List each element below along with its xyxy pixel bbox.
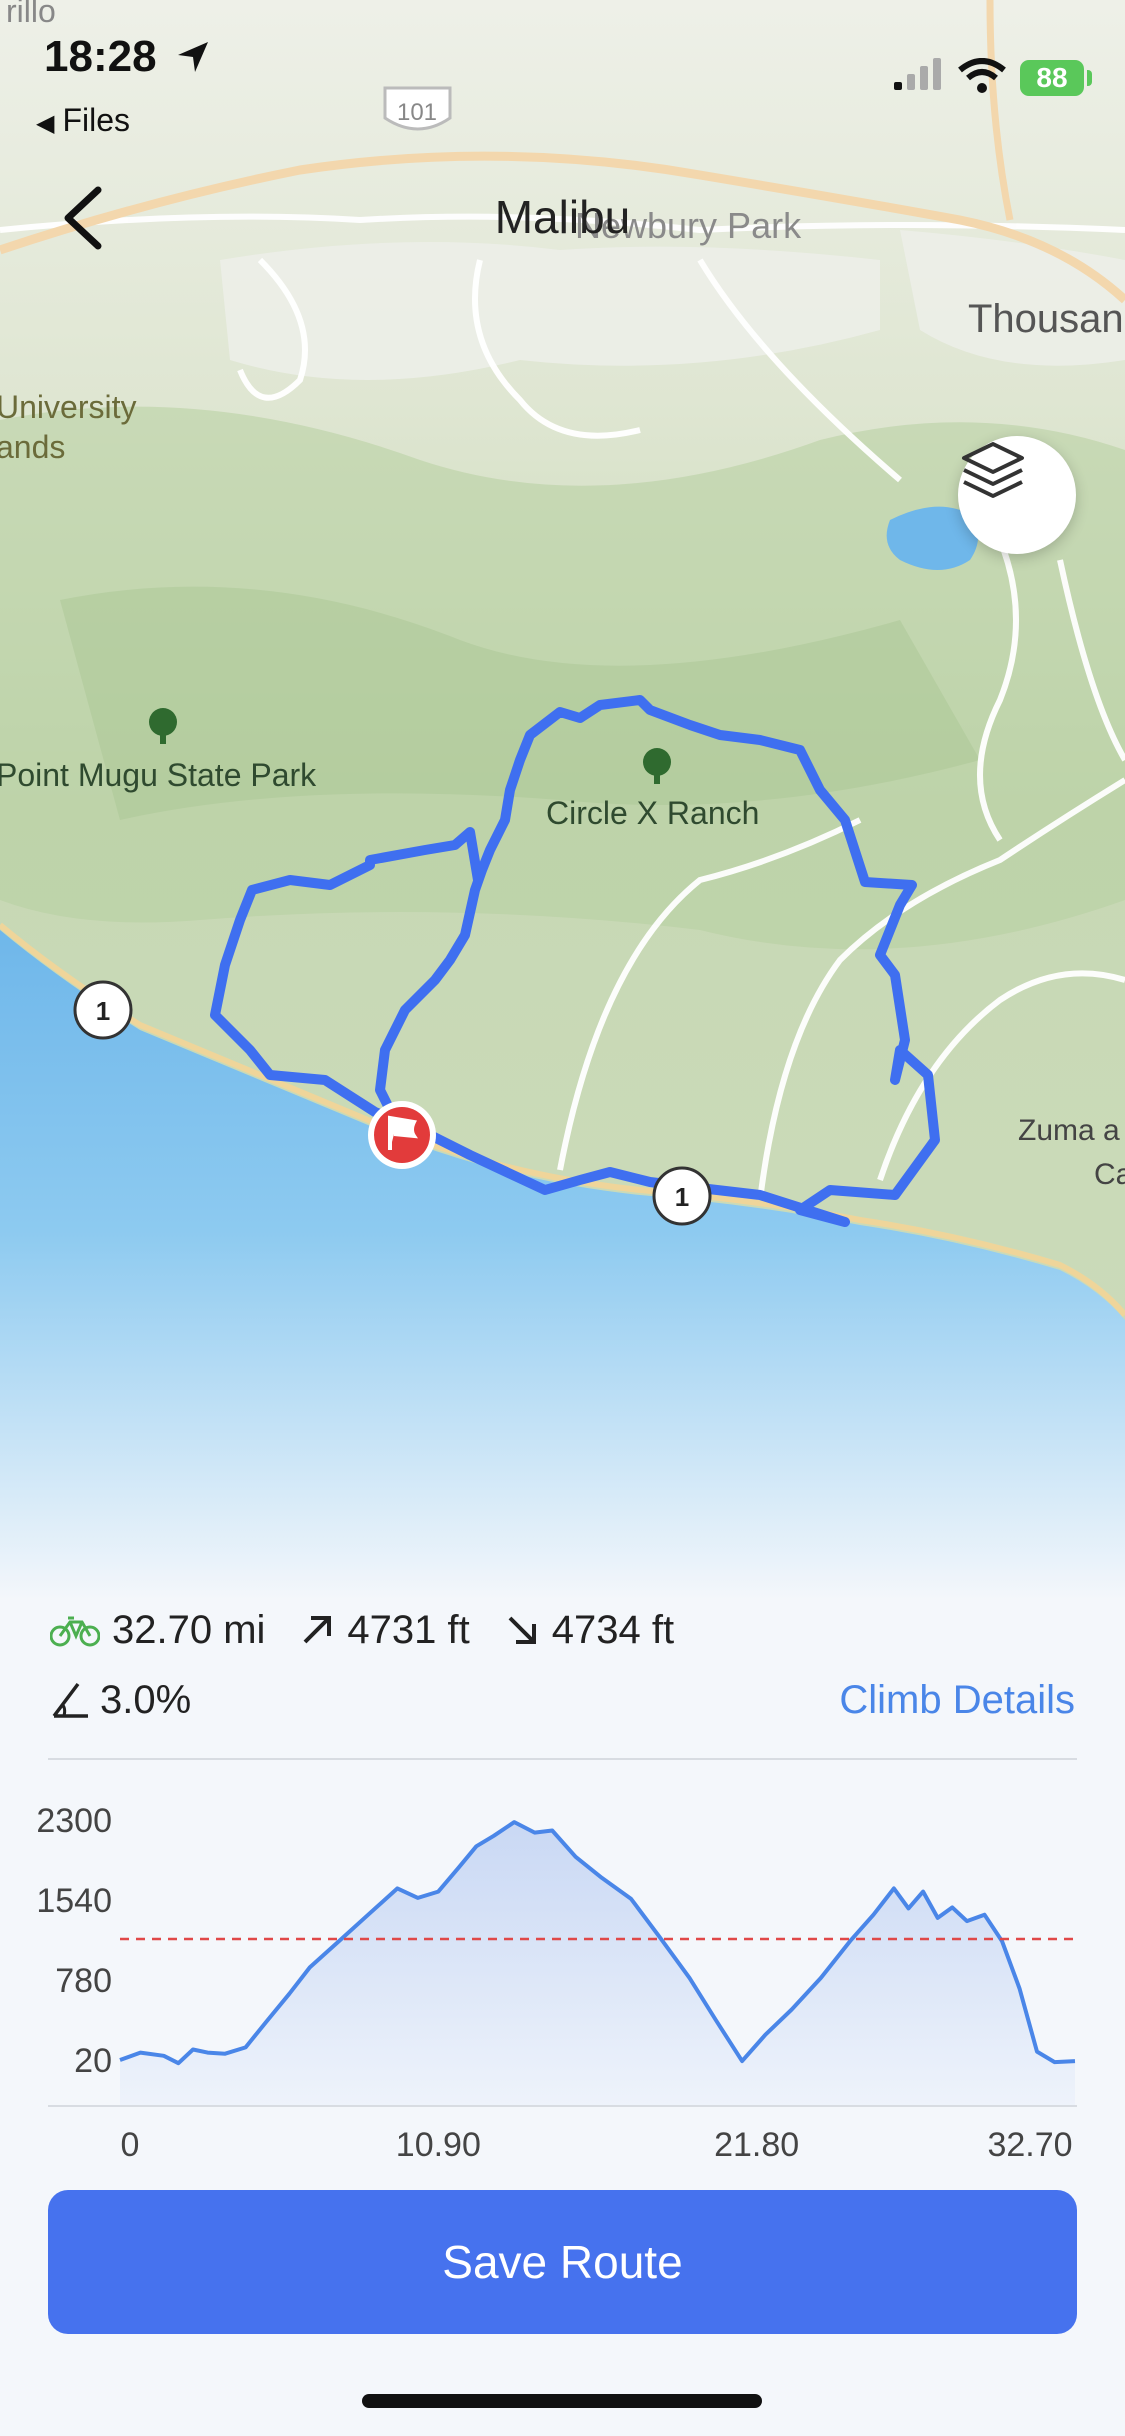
place-label: rillo (6, 0, 56, 29)
highway-shield-1: 1 (652, 1166, 712, 1226)
place-label: ands (0, 429, 65, 465)
descent-value: 4734 ft (551, 1607, 675, 1652)
arrow-down-right-icon (508, 1616, 536, 1644)
grade-value: 3.0% (100, 1677, 192, 1722)
divider (48, 1758, 1077, 1760)
place-label: Point Mugu State Park (0, 757, 317, 793)
ascent-value: 4731 ft (347, 1607, 470, 1652)
x-tick-label: 0 (121, 2126, 140, 2164)
back-to-files-link[interactable]: ◀ Files (36, 102, 130, 139)
svg-text:1: 1 (675, 1182, 689, 1212)
svg-text:101: 101 (397, 99, 437, 126)
map-view[interactable]: 101 1 1 Newbury Park Thousan University … (0, 0, 1125, 1600)
back-app-label: Files (62, 102, 131, 138)
save-route-button[interactable]: Save Route (48, 2190, 1077, 2334)
x-tick-label: 32.70 (987, 2126, 1072, 2164)
y-tick-label: 2300 (36, 1802, 112, 1840)
highway-shield-101: 101 (383, 86, 452, 131)
battery-indicator: 88 (1020, 60, 1084, 96)
map-layers-button[interactable] (958, 436, 1076, 554)
place-label: Ca (1094, 1158, 1125, 1191)
descent-stat: 4734 ft (504, 1608, 674, 1653)
svg-text:1: 1 (96, 996, 110, 1026)
back-triangle-icon: ◀ (36, 110, 55, 137)
battery-tip (1087, 70, 1092, 86)
y-tick-label: 20 (74, 2042, 112, 2080)
grade-angle-icon (52, 1682, 88, 1718)
x-tick-label: 21.80 (714, 2126, 799, 2164)
elevation-chart[interactable]: 2300 1540 780 20 0 10.90 21.80 32.70 (0, 1780, 1125, 2180)
y-tick-label: 780 (55, 1962, 112, 2000)
highway-shield-1: 1 (73, 980, 133, 1040)
layers-icon (962, 442, 1024, 498)
status-time: 18:28 (44, 32, 157, 81)
route-screen: 101 1 1 Newbury Park Thousan University … (0, 0, 1125, 2436)
arrow-up-right-icon (304, 1616, 332, 1644)
distance-stat: 32.70 mi (50, 1608, 265, 1653)
place-label: Zuma a (1018, 1114, 1120, 1147)
distance-value: 32.70 mi (112, 1607, 266, 1652)
home-indicator (362, 2394, 762, 2408)
grade-stat: 3.0% (50, 1672, 191, 1728)
ascent-stat: 4731 ft (299, 1607, 470, 1653)
elevation-area (120, 1822, 1075, 2106)
start-flag-marker[interactable] (368, 1101, 436, 1169)
x-tick-label: 10.90 (396, 2126, 481, 2164)
bike-icon (50, 1616, 100, 1647)
climb-details-link[interactable]: Climb Details (839, 1672, 1075, 1728)
place-label: University (0, 389, 136, 425)
place-label: Circle X Ranch (546, 795, 759, 831)
page-title: Malibu (494, 191, 631, 243)
route-stats: 32.70 mi 4731 ft 4734 ft (50, 1602, 708, 1658)
place-label: Thousan (968, 297, 1124, 341)
y-tick-label: 1540 (36, 1882, 112, 1920)
